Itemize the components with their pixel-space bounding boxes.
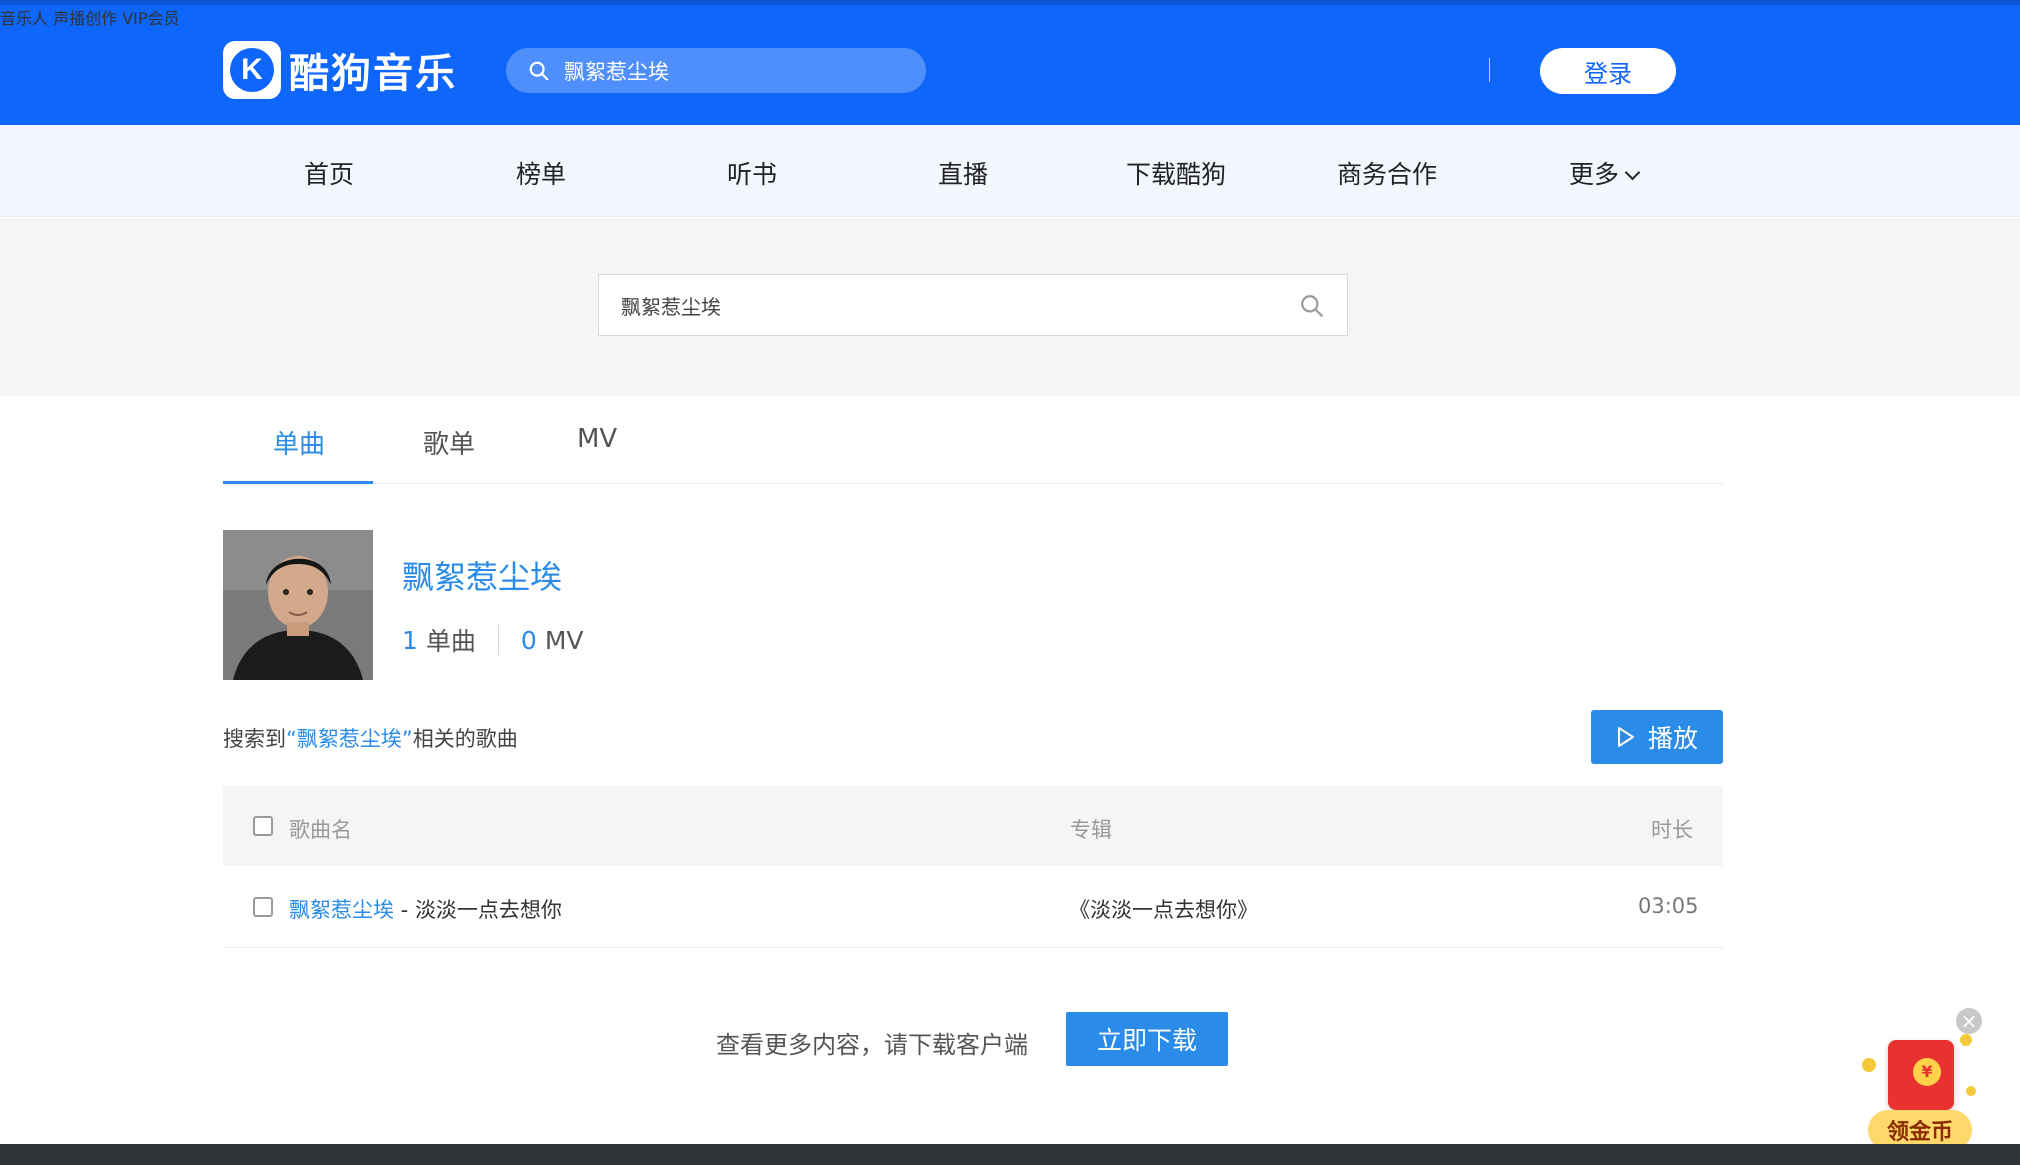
header-song-name: 歌曲名 xyxy=(289,818,352,842)
songs-label: 单曲 xyxy=(425,627,476,656)
coin-sparkle xyxy=(1862,1058,1876,1072)
singer-name[interactable]: 飘絮惹尘埃 xyxy=(402,552,562,598)
download-prompt: 查看更多内容，请下载客户端 xyxy=(716,1031,1028,1059)
active-tab-indicator xyxy=(223,481,373,484)
top-header: K 酷狗音乐 飘絮惹尘埃 音乐人 声播创作 VIP会员 登录 xyxy=(0,0,2020,125)
nav-live[interactable]: 直播 xyxy=(938,155,988,191)
coin-sparkle xyxy=(1960,1034,1972,1046)
singer-avatar[interactable] xyxy=(223,530,373,680)
header-search-value: 飘絮惹尘埃 xyxy=(564,59,669,84)
row-checkbox[interactable] xyxy=(253,897,273,917)
header-album: 专辑 xyxy=(1070,818,1112,842)
result-summary: 搜索到“飘絮惹尘埃”相关的歌曲 xyxy=(223,723,518,753)
song-album[interactable]: 《淡淡一点去想你》 xyxy=(1069,894,1258,924)
login-button[interactable]: 登录 xyxy=(1540,48,1676,94)
header-duration: 时长 xyxy=(1651,818,1693,842)
search-section: 飘絮惹尘埃 xyxy=(0,218,2020,396)
nav-business[interactable]: 商务合作 xyxy=(1337,155,1437,191)
header-search-input[interactable]: 飘絮惹尘埃 xyxy=(506,48,926,93)
song-table-header: 歌曲名 专辑 时长 xyxy=(223,786,1723,866)
nav-more[interactable]: 更多 xyxy=(1569,155,1641,191)
mv-label: MV xyxy=(544,625,584,655)
close-icon[interactable]: × xyxy=(1956,1008,1982,1034)
mv-count[interactable]: 0 xyxy=(521,626,537,655)
song-separator: - xyxy=(394,898,415,922)
select-all-checkbox[interactable] xyxy=(253,816,273,836)
red-packet-icon: ¥ xyxy=(1888,1040,1954,1110)
tab-mv[interactable]: MV xyxy=(577,424,617,454)
result-suffix: 相关的歌曲 xyxy=(412,727,518,751)
brand-logo[interactable]: K 酷狗音乐 xyxy=(223,40,457,100)
brand-name: 酷狗音乐 xyxy=(289,51,457,97)
search-input[interactable]: 飘絮惹尘埃 xyxy=(598,274,1348,336)
search-icon[interactable] xyxy=(1299,293,1325,319)
nav-audiobooks[interactable]: 听书 xyxy=(727,155,777,191)
play-label: 播放 xyxy=(1647,724,1698,753)
nav-charts[interactable]: 榜单 xyxy=(516,155,566,191)
chevron-down-icon xyxy=(1624,164,1641,181)
download-now-button[interactable]: 立即下载 xyxy=(1066,1012,1228,1066)
stats-divider xyxy=(497,625,499,655)
result-keyword: “飘絮惹尘埃” xyxy=(286,727,413,751)
main-nav: 首页 榜单 听书 直播 下载酷狗 商务合作 更多 xyxy=(0,125,2020,217)
result-tabs: 单曲 歌单 MV xyxy=(223,396,1723,484)
tab-songs[interactable]: 单曲 xyxy=(273,424,325,461)
play-icon xyxy=(1617,727,1634,747)
kugou-logo-icon: K xyxy=(223,41,281,99)
coin-sparkle xyxy=(1966,1086,1976,1096)
table-row[interactable]: 飘絮惹尘埃 - 淡淡一点去想你 《淡淡一点去想你》 03:05 xyxy=(223,866,1723,948)
nav-audio-creation[interactable]: 声播创作 xyxy=(53,9,117,28)
nav-musician[interactable]: 音乐人 xyxy=(0,9,48,28)
song-duration: 03:05 xyxy=(1638,894,1699,918)
singer-stats: 1 单曲 0 MV xyxy=(402,622,584,658)
play-button[interactable]: 播放 xyxy=(1591,710,1723,764)
search-input-value: 飘絮惹尘埃 xyxy=(621,294,721,319)
nav-more-label: 更多 xyxy=(1569,160,1620,189)
search-icon xyxy=(529,61,549,80)
songs-count[interactable]: 1 xyxy=(402,626,418,655)
nav-home[interactable]: 首页 xyxy=(304,155,354,191)
nav-divider xyxy=(1489,58,1490,82)
song-name-cell: 飘絮惹尘埃 - 淡淡一点去想你 xyxy=(289,894,562,924)
coin-icon: ¥ xyxy=(1913,1058,1941,1086)
result-prefix: 搜索到 xyxy=(223,727,286,751)
nav-download[interactable]: 下载酷狗 xyxy=(1126,155,1226,191)
song-artist-link[interactable]: 飘絮惹尘埃 xyxy=(289,898,394,922)
song-title[interactable]: 淡淡一点去想你 xyxy=(415,898,562,922)
avatar-photo xyxy=(223,530,373,680)
page-footer xyxy=(0,1144,2020,1165)
nav-vip[interactable]: VIP会员 xyxy=(122,9,179,28)
tab-playlists[interactable]: 歌单 xyxy=(423,424,475,461)
red-packet-widget[interactable]: ¥ 领金币 xyxy=(1862,1034,1998,1150)
